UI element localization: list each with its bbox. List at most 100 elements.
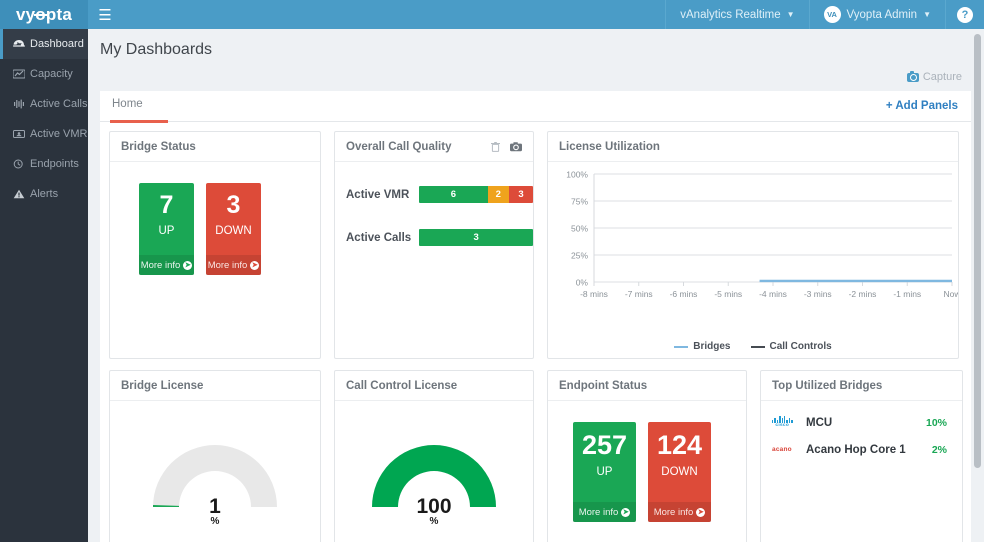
more-info-link[interactable]: More info ➤ [648,502,711,522]
warning-triangle-icon [13,189,25,199]
card-title: Bridge Status [110,132,320,162]
svg-text:-7 mins: -7 mins [625,289,653,299]
more-info-link[interactable]: More info ➤ [206,255,261,275]
tile-value: 7 [159,191,174,219]
sidebar: Dashboard Capacity Active Calls Active V… [0,29,88,542]
tab-home[interactable]: Home [112,98,143,120]
quality-row-label: Active Calls [346,231,412,244]
quality-segment-good: 6 [419,186,488,203]
tile-label: UP [596,466,613,478]
card-title-label: Call Control License [346,379,458,392]
status-tile-down[interactable]: 3 DOWN More info ➤ [206,183,261,275]
sidebar-item-alerts[interactable]: Alerts [0,179,88,209]
card-body: 257 UP More info ➤ 124 DOWN More info ➤ [548,401,746,542]
list-item[interactable]: cisco MCU 10% [772,409,951,436]
sidebar-item-label: Active VMR [30,128,88,140]
card-body: 7 UP More info ➤ 3 DOWN More info ➤ [110,162,320,358]
sidebar-item-active-calls[interactable]: Active Calls [0,89,88,119]
card-title: Overall Call Quality [335,132,533,162]
scrollbar-track[interactable] [971,29,984,542]
svg-text:0%: 0% [576,278,589,288]
arrow-right-icon: ➤ [621,507,631,517]
card-bridge-status: Bridge Status 7 UP More info ➤ 3 DOWN Mo… [109,131,321,359]
arrow-right-icon: ➤ [183,260,193,270]
list-item[interactable]: acano Acano Hop Core 1 2% [772,436,951,463]
scrollbar-thumb[interactable] [974,34,981,468]
card-title-label: Endpoint Status [559,379,648,392]
card-title: Top Utilized Bridges [761,371,962,401]
sidebar-item-label: Dashboard [30,38,84,50]
tile-label: DOWN [215,225,252,237]
brand-text: vyopta [15,5,72,24]
capture-label: Capture [922,71,962,83]
help-button[interactable]: ? [945,0,984,29]
cisco-logo-icon: cisco [772,416,806,429]
trash-icon[interactable] [491,141,500,152]
realtime-selector-label: vAnalytics Realtime [680,8,781,21]
svg-text:-6 mins: -6 mins [670,289,698,299]
card-title: License Utilization [548,132,958,162]
dashboard-gauge-icon [13,39,25,49]
user-name-label: Vyopta Admin [846,8,918,21]
card-body: cisco MCU 10% acano Acano Hop Core 1 2% [761,401,962,542]
svg-text:-1 mins: -1 mins [893,289,921,299]
sidebar-item-label: Endpoints [30,158,79,170]
top-navigation-bar: vyopta ☰ vAnalytics Realtime ▼ VA Vyopta… [0,0,984,29]
legend-item-bridges[interactable]: Bridges [674,341,731,352]
card-overall-call-quality: Overall Call Quality Active VMR 6 2 3 Ac… [334,131,534,359]
tile-label: DOWN [661,466,698,478]
arrow-right-icon: ➤ [696,507,706,517]
sidebar-item-active-vmr[interactable]: Active VMR [0,119,88,149]
camera-icon[interactable] [510,141,522,152]
status-tile-up[interactable]: 257 UP More info ➤ [573,422,636,522]
bridge-utilization: 2% [931,443,947,456]
svg-text:100%: 100% [566,170,588,180]
card-title: Bridge License [110,371,320,401]
legend-item-call-controls[interactable]: Call Controls [750,341,832,352]
capture-button[interactable]: Capture [906,70,962,83]
status-tiles: 257 UP More info ➤ 124 DOWN More info ➤ [548,401,746,522]
realtime-selector[interactable]: vAnalytics Realtime ▼ [665,0,808,29]
camera-icon [906,70,919,82]
status-tile-down[interactable]: 124 DOWN More info ➤ [648,422,711,522]
legend-swatch [750,345,765,348]
card-endpoint-status: Endpoint Status 257 UP More info ➤ 124 D… [547,370,747,542]
more-info-label: More info [207,259,248,271]
bridge-utilization: 10% [925,416,947,429]
user-menu[interactable]: VA Vyopta Admin ▼ [808,0,945,29]
sidebar-item-dashboard[interactable]: Dashboard [0,29,88,59]
sidebar-item-endpoints[interactable]: Endpoints [0,149,88,179]
more-info-link[interactable]: More info ➤ [573,502,636,522]
dashboard-row-2: Bridge License 1 % Call Control License … [109,370,963,542]
quality-segment-poor: 3 [509,186,533,203]
card-title-label: Top Utilized Bridges [772,379,883,392]
more-info-label: More info [653,506,694,518]
more-info-label: More info [578,506,619,518]
svg-text:-4 mins: -4 mins [759,289,787,299]
tile-label: UP [158,225,175,237]
license-utilization-chart[interactable]: 0% 25% 50% 75% 100% -8 mins -7 mins -6 mins -5 m… [548,162,961,358]
chart-line-icon [13,69,25,79]
card-title: Endpoint Status [548,371,746,401]
sidebar-item-capacity[interactable]: Capacity [0,59,88,89]
acano-logo-icon: acano [772,446,792,453]
dashboard-grid: Bridge Status 7 UP More info ➤ 3 DOWN Mo… [100,123,972,542]
call-control-license-gauge[interactable]: 100 % [335,401,533,542]
svg-text:50%: 50% [571,224,588,234]
quality-bar[interactable]: 3 [419,229,533,246]
more-info-link[interactable]: More info ➤ [139,255,194,275]
gauge-unit: % [429,516,439,527]
add-panels-button[interactable]: + Add Panels [886,100,958,112]
bridge-license-gauge[interactable]: 1 % [110,401,320,542]
status-tile-up[interactable]: 7 UP More info ➤ [139,183,194,275]
vyopta-logo[interactable]: vyopta [0,0,88,29]
chart-legend: Bridges Call Controls [548,341,958,352]
svg-text:-5 mins: -5 mins [714,289,742,299]
card-body: 0% 25% 50% 75% 100% -8 mins -7 mins -6 mins -5 m… [548,162,961,358]
svg-text:-3 mins: -3 mins [804,289,832,299]
hamburger-icon[interactable]: ☰ [88,0,122,29]
quality-bar[interactable]: 6 2 3 [419,186,533,203]
app-root: vyopta ☰ vAnalytics Realtime ▼ VA Vyopta… [0,0,984,542]
legend-swatch [674,345,689,348]
